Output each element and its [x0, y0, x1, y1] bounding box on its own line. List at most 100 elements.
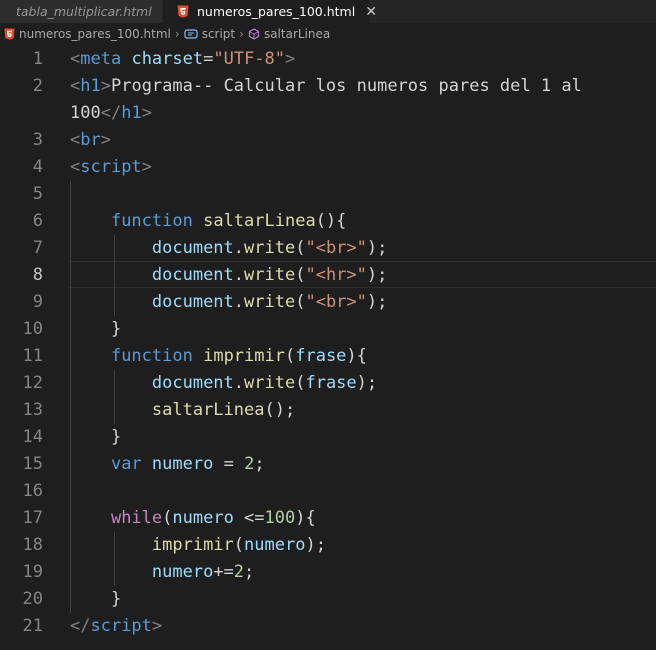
code-token: write: [244, 265, 296, 285]
breadcrumb-scope[interactable]: script: [202, 27, 235, 41]
code-token: br: [80, 130, 101, 150]
code-token: 2: [244, 454, 255, 474]
code-text: var numero = 2;: [70, 451, 265, 478]
line-number: 3: [32, 130, 43, 150]
tab-label: tabla_multiplicar.html: [16, 4, 152, 19]
line-number: 2: [32, 76, 43, 96]
code-token: ){: [346, 346, 367, 366]
line-number: 7: [32, 238, 43, 258]
chevron-right-icon: ›: [239, 27, 244, 41]
code-token: h1: [80, 76, 101, 96]
code-token: while: [110, 508, 163, 528]
code-token: (: [295, 238, 306, 258]
line-number: 20: [22, 589, 43, 609]
code-text: document.write("<br>");: [70, 235, 387, 262]
line-number: 14: [22, 427, 43, 447]
code-token: 100: [70, 103, 101, 123]
code-editor[interactable]: 1 <meta charset="UTF-8"> 2 <h1>Programa-- C…: [0, 46, 656, 650]
code-token: +=: [213, 562, 234, 582]
code-text: function imprimir(frase){: [70, 343, 367, 370]
code-token: script: [90, 616, 152, 636]
line-number: 19: [22, 562, 43, 582]
line-number: 15: [22, 454, 43, 474]
code-token: "<hr>": [305, 265, 367, 285]
code-token: h1: [121, 103, 142, 123]
tab-tabla-multiplicar[interactable]: tabla_multiplicar.html: [0, 0, 162, 23]
code-token: function: [110, 346, 193, 366]
code-text: <h1>Programa-- Calcular los numeros pare…: [70, 73, 582, 100]
code-token: document: [151, 373, 234, 393]
line-number: 12: [22, 373, 43, 393]
code-token: >: [141, 157, 152, 177]
code-text: saltarLinea();: [70, 397, 295, 424]
code-text: </script>: [70, 613, 162, 640]
code-token: >: [285, 49, 296, 69]
chevron-right-icon: ›: [174, 27, 180, 41]
html5-icon: [177, 5, 189, 18]
code-token: );: [366, 292, 388, 312]
tab-numeros-pares[interactable]: numeros_pares_100.html ✕: [163, 0, 377, 23]
line-number: 5: [32, 184, 43, 204]
code-text: document.write("<hr>");: [70, 262, 387, 289]
code-text: imprimir(numero);: [70, 532, 326, 559]
tab-label: numeros_pares_100.html: [197, 4, 356, 19]
code-token: Programa-- Calcular los numeros pares de…: [110, 76, 582, 96]
code-token: .: [233, 238, 245, 258]
method-cube-icon: [248, 28, 260, 40]
code-text: numero+=2;: [70, 559, 254, 586]
code-text: function saltarLinea(){: [70, 208, 346, 235]
line-number: 4: [32, 157, 43, 177]
code-text: document.write("<br>");: [70, 289, 387, 316]
code-token: <: [70, 130, 81, 150]
code-token: >: [100, 130, 111, 150]
code-token: .: [233, 265, 245, 285]
code-token: (: [284, 346, 296, 366]
code-token: 100: [264, 508, 296, 528]
code-token: charset: [131, 49, 204, 69]
line-number: 8: [32, 265, 43, 285]
code-token: <: [70, 157, 81, 177]
code-token: numero: [151, 562, 214, 582]
code-token: (: [233, 535, 245, 555]
code-token: </: [100, 103, 122, 123]
code-text: <meta charset="UTF-8">: [70, 46, 295, 73]
code-token: "<br>": [305, 292, 367, 312]
breadcrumb-file[interactable]: numeros_pares_100.html: [19, 27, 171, 41]
code-token: saltarLinea: [151, 400, 265, 420]
close-icon[interactable]: ✕: [365, 4, 377, 20]
line-number: 6: [32, 211, 43, 231]
code-token: );: [366, 238, 388, 258]
code-token: document: [151, 292, 234, 312]
code-token: </: [70, 616, 91, 636]
code-token: );: [356, 373, 378, 393]
code-text: }: [70, 586, 121, 613]
code-token: );: [366, 265, 388, 285]
code-token: meta: [80, 49, 122, 69]
code-token: saltarLinea: [203, 211, 316, 231]
code-token: imprimir: [203, 346, 285, 366]
line-number: 16: [22, 481, 43, 501]
html5-icon: [4, 28, 15, 40]
code-token: <=: [233, 508, 265, 528]
code-token: <: [70, 76, 81, 96]
code-token: numero: [151, 454, 214, 474]
tab-bar: tabla_multiplicar.html numeros_pares_100…: [0, 0, 656, 23]
code-token: numero: [244, 535, 306, 555]
code-token: "<br>": [305, 238, 367, 258]
breadcrumb-symbol[interactable]: saltarLinea: [264, 27, 330, 41]
code-token: <: [70, 49, 81, 69]
code-token: function: [110, 211, 193, 231]
code-text: 100</h1>: [70, 100, 152, 127]
code-token: ;: [254, 454, 265, 474]
code-token: =: [213, 454, 245, 474]
